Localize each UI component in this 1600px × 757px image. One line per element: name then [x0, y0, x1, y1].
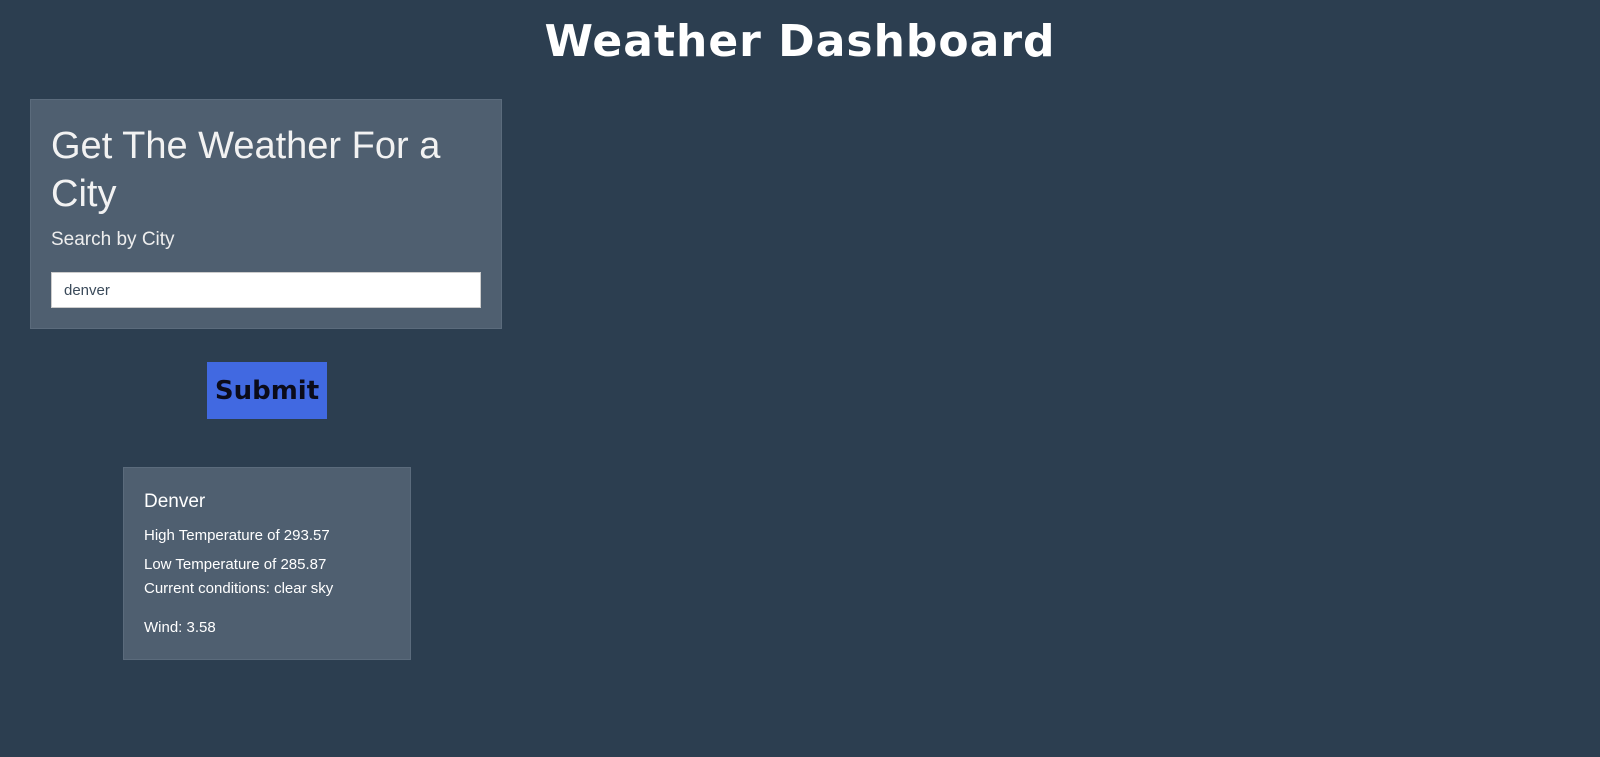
- weather-result-card: Denver High Temperature of 293.57 Low Te…: [123, 467, 411, 660]
- submit-button[interactable]: Submit: [207, 362, 327, 419]
- city-search-input[interactable]: [51, 272, 481, 308]
- wind-speed: Wind: 3.58: [144, 619, 216, 636]
- page-title: Weather Dashboard: [544, 16, 1056, 67]
- search-heading: Get The Weather For a City: [51, 125, 441, 215]
- city-name: Denver: [144, 491, 206, 512]
- high-temperature: High Temperature of 293.57: [144, 527, 330, 544]
- search-card: Get The Weather For a City Search by Cit…: [30, 99, 502, 329]
- search-subheading: Search by City: [51, 229, 175, 250]
- low-temperature: Low Temperature of 285.87: [144, 556, 327, 573]
- current-conditions: Current conditions: clear sky: [144, 580, 334, 597]
